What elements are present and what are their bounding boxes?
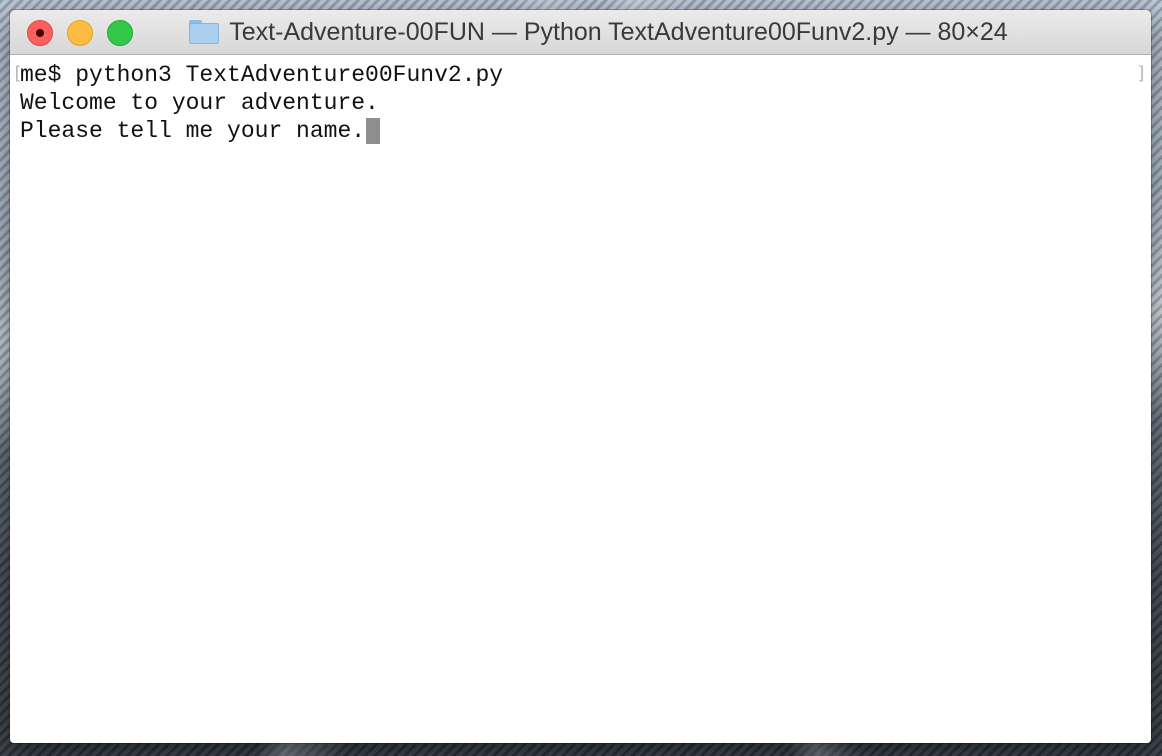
terminal-content[interactable]: [ ] me$ python3 TextAdventure00Funv2.py … (10, 55, 1151, 743)
terminal-line-output: Welcome to your adventure. (20, 89, 1141, 117)
command-text: me$ python3 TextAdventure00Funv2.py (20, 62, 504, 88)
folder-icon (189, 20, 220, 44)
scrollback-mark-right: ] (1136, 63, 1147, 84)
title-bar[interactable]: Text-Adventure-00FUN — Python TextAdvent… (10, 10, 1151, 55)
output-text: Welcome to your adventure. (20, 90, 379, 116)
terminal-line-command: me$ python3 TextAdventure00Funv2.py (20, 61, 1141, 89)
text-cursor[interactable] (366, 118, 381, 144)
prompt-text: Please tell me your name. (20, 118, 366, 144)
window-controls (27, 20, 133, 46)
zoom-button[interactable] (107, 20, 133, 46)
window-title-group: Text-Adventure-00FUN — Python TextAdvent… (189, 17, 1008, 47)
terminal-window: Text-Adventure-00FUN — Python TextAdvent… (10, 10, 1151, 743)
minimize-button[interactable] (67, 20, 93, 46)
close-button[interactable] (27, 20, 53, 46)
terminal-line-prompt[interactable]: Please tell me your name. (20, 117, 1141, 145)
window-title: Text-Adventure-00FUN — Python TextAdvent… (229, 17, 1008, 46)
close-icon (36, 29, 44, 37)
scrollback-mark-left: [ (12, 63, 23, 84)
